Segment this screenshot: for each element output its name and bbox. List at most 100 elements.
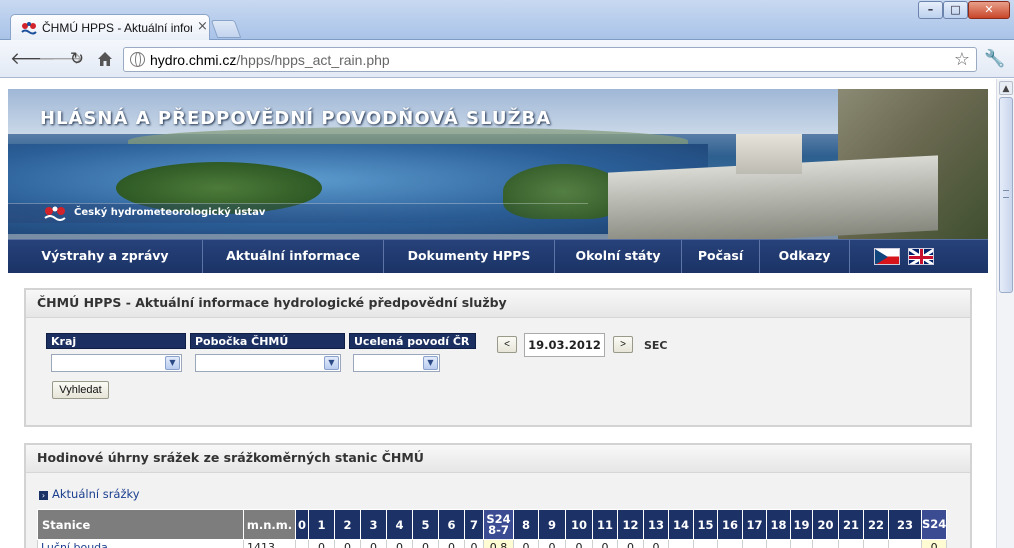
column-hour: 20 — [812, 509, 839, 540]
site-title: HLÁSNÁ A PŘEDPOVĚDNÍ POVODŇOVÁ SLUŽBA — [40, 108, 552, 129]
rain-sum-cell: 0.8 — [483, 539, 514, 548]
org-name: Český hydrometeorologický ústav — [74, 207, 266, 218]
menu-item-neighbour-states[interactable]: Okolní státy — [555, 240, 682, 273]
table-row: Luční bouda 1413 0 0 0 0 0 0 0 0.8 0 0 0 — [37, 539, 948, 548]
home-icon[interactable] — [94, 49, 116, 69]
next-day-button[interactable]: > — [613, 336, 633, 353]
rain-cell — [888, 539, 922, 548]
url-path: /hpps/hpps_act_rain.php — [236, 52, 390, 68]
basin-select[interactable]: ▼ — [353, 354, 440, 372]
czech-flag-icon[interactable] — [874, 248, 900, 265]
rain-cell — [693, 539, 718, 548]
rainfall-header-row: Stanice m.n.m. 0 1 2 3 4 5 6 7 S24 8-7 8 … — [37, 509, 948, 540]
url-host: hydro.chmi.cz — [150, 52, 237, 68]
column-hour: 5 — [412, 509, 439, 540]
rainfall-panel-heading: Hodinové úhrny srážek ze srážkoměrných s… — [26, 445, 970, 473]
back-arrow-icon[interactable]: 🡐 — [10, 49, 56, 69]
column-hour: 7 — [464, 509, 484, 540]
column-hour: 1 — [308, 509, 335, 540]
forward-arrow-icon[interactable]: 🡒 — [38, 49, 84, 69]
wrench-menu-icon[interactable]: 🔧 — [984, 49, 1005, 69]
rainfall-panel: Hodinové úhrny srážek ze srážkoměrných s… — [24, 443, 972, 548]
window-controls: – □ ✕ — [918, 1, 1010, 20]
info-panel-heading: ČHMÚ HPPS - Aktuální informace hydrologi… — [26, 290, 970, 318]
chevron-down-icon: ▼ — [165, 356, 180, 370]
reload-icon[interactable]: ↻ — [66, 49, 88, 69]
menu-item-links[interactable]: Odkazy — [760, 240, 850, 273]
chevron-down-icon: ▼ — [324, 356, 339, 370]
minimize-icon[interactable]: – — [918, 1, 943, 19]
menu-item-documents[interactable]: Dokumenty HPPS — [384, 240, 555, 273]
menu-item-current-info[interactable]: Aktuální informace — [203, 240, 384, 273]
column-hour: 6 — [438, 509, 465, 540]
column-hour: 13 — [643, 509, 669, 540]
region-select[interactable]: ▼ — [51, 354, 182, 372]
rain-cell: 0 — [592, 539, 618, 548]
rain-cell: 0 — [412, 539, 439, 548]
rain-sum-cell: 0 — [920, 539, 948, 548]
new-tab-button[interactable] — [210, 20, 242, 38]
menu-item-weather[interactable]: Počasí — [682, 240, 760, 273]
browser-toolbar: 🡐 🡒 ↻ hydro.chmi.cz/hpps/hpps_act_rain.p… — [0, 40, 1014, 78]
date-field[interactable]: 19.03.2012 — [524, 333, 605, 357]
branch-label: Pobočka ČHMÚ — [190, 333, 345, 349]
rain-cell: 0 — [538, 539, 566, 548]
english-flag-icon[interactable] — [908, 248, 934, 265]
rain-cell: 0 — [386, 539, 413, 548]
chevron-down-icon: ▼ — [423, 356, 438, 370]
rain-cell: 0 — [464, 539, 484, 548]
bookmark-star-icon[interactable]: ☆ — [954, 49, 970, 70]
column-hour: 14 — [668, 509, 694, 540]
column-hour: 3 — [360, 509, 387, 540]
rain-cell — [812, 539, 839, 548]
current-rainfall-link[interactable]: › Aktuální srážky — [39, 487, 140, 501]
basin-label: Ucelená povodí ČR — [349, 333, 476, 349]
menu-item-warnings[interactable]: Výstrahy a zprávy — [8, 240, 203, 273]
column-hour: 8 — [513, 509, 539, 540]
branch-select[interactable]: ▼ — [195, 354, 341, 372]
search-button[interactable]: Vyhledat — [52, 381, 109, 399]
column-station: Stanice — [37, 509, 244, 540]
browser-tab[interactable]: ČHMÚ HPPS - Aktuální informace × — [10, 14, 210, 41]
page-viewport: ▲ HLÁSNÁ A PŘEDPOVĚDNÍ POVODŇOVÁ SLUŽBA … — [0, 79, 1014, 548]
grip-icon — [1003, 190, 1009, 198]
column-hour: 17 — [742, 509, 767, 540]
address-bar[interactable]: hydro.chmi.cz/hpps/hpps_act_rain.php ☆ — [123, 47, 977, 72]
column-hour: 21 — [838, 509, 864, 540]
vertical-scrollbar[interactable]: ▲ — [996, 79, 1014, 548]
timezone-label: SEC — [644, 339, 668, 352]
site-banner: HLÁSNÁ A PŘEDPOVĚDNÍ POVODŇOVÁ SLUŽBA Če… — [8, 89, 988, 239]
scrollbar-thumb[interactable] — [999, 97, 1013, 293]
column-hour: 11 — [592, 509, 618, 540]
region-label: Kraj — [46, 333, 186, 349]
column-hour: 9 — [538, 509, 566, 540]
column-hour: 18 — [766, 509, 791, 540]
close-window-icon[interactable]: ✕ — [968, 1, 1010, 19]
column-hour: 15 — [693, 509, 718, 540]
rain-cell: 0 — [438, 539, 465, 548]
column-hour: 0 — [295, 509, 309, 540]
column-hour: 4 — [386, 509, 413, 540]
rain-cell — [838, 539, 864, 548]
column-hour: 10 — [565, 509, 593, 540]
rainfall-table: Stanice m.n.m. 0 1 2 3 4 5 6 7 S24 8-7 8 … — [37, 509, 948, 548]
arrow-bullet-icon: › — [39, 491, 48, 500]
station-link[interactable]: Luční bouda — [37, 539, 244, 548]
scroll-up-icon[interactable]: ▲ — [999, 81, 1013, 95]
tab-title: ČHMÚ HPPS - Aktuální informace — [42, 21, 192, 35]
column-hour: 23 — [888, 509, 922, 540]
column-hour: 12 — [617, 509, 644, 540]
column-s24-8-7: S24 8-7 — [483, 509, 514, 540]
column-s24: S24 — [920, 509, 948, 540]
previous-day-button[interactable]: < — [497, 336, 517, 353]
rain-cell — [717, 539, 743, 548]
banner-tower — [736, 134, 802, 174]
rain-cell: 0 — [308, 539, 335, 548]
maximize-icon[interactable]: □ — [943, 1, 968, 19]
column-altitude: m.n.m. — [243, 509, 296, 540]
column-hour: 16 — [717, 509, 743, 540]
column-hour: 22 — [863, 509, 889, 540]
window-titlebar: ČHMÚ HPPS - Aktuální informace × – □ ✕ — [0, 0, 1014, 41]
tab-close-icon[interactable]: × — [197, 19, 208, 34]
rain-cell — [295, 539, 309, 548]
